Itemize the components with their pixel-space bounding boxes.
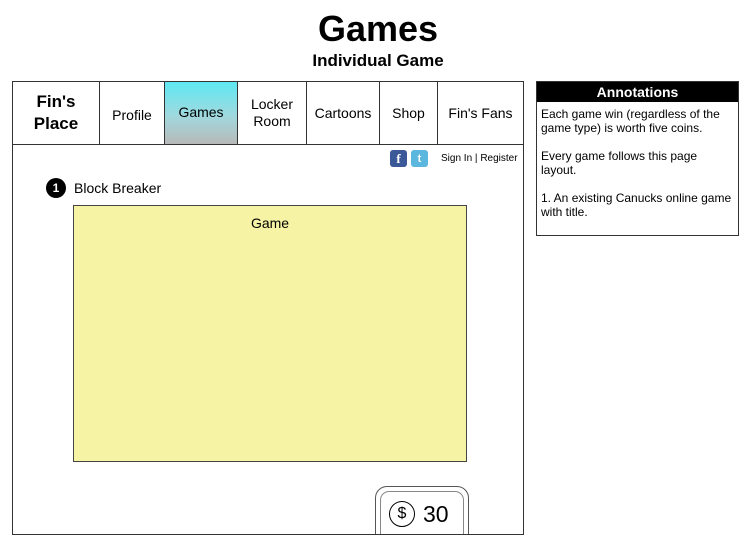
social-links: f t xyxy=(390,150,432,167)
auth-separator: | xyxy=(474,153,478,164)
nav-item-shop[interactable]: Shop xyxy=(380,82,438,144)
annotations-panel: Annotations Each game win (regardless of… xyxy=(536,81,739,236)
coin-count: 30 xyxy=(423,500,449,527)
page-title: Games xyxy=(317,8,439,49)
auth-links: Sign In | Register xyxy=(441,153,518,164)
game-title: Block Breaker xyxy=(74,180,162,196)
annotation-note: Every game follows this page layout. xyxy=(541,149,698,177)
coin-counter-inner: $ 30 xyxy=(380,491,464,534)
annotations-body: Each game win (regardless of the game ty… xyxy=(537,102,738,219)
logo-line-1: Fin's xyxy=(36,92,76,111)
nav-label-line-1: Locker xyxy=(250,96,294,112)
facebook-icon[interactable]: f xyxy=(390,150,407,167)
annotation-badge: 1 xyxy=(46,178,66,198)
annotations-header: Annotations xyxy=(537,82,738,102)
annotation-note: 1. An existing Canucks online game with … xyxy=(541,191,732,219)
twitter-icon[interactable]: t xyxy=(411,150,428,167)
logo-line-2: Place xyxy=(33,114,79,133)
nav-label-line-2: Room xyxy=(253,113,291,129)
nav-item-fins-fans[interactable]: Fin's Fans xyxy=(438,82,523,144)
annotation-note: Each game win (regardless of the game ty… xyxy=(541,107,720,135)
page-subtitle: Individual Game xyxy=(312,51,444,70)
game-area-label: Game xyxy=(250,215,290,231)
nav-item-cartoons[interactable]: Cartoons xyxy=(307,82,380,144)
site-logo[interactable]: Fin's Place xyxy=(13,82,100,144)
nav-item-games[interactable]: Games xyxy=(165,82,238,144)
main-nav: Fin's Place Profile Games Locker Room Ca… xyxy=(13,82,523,145)
game-area[interactable]: Game xyxy=(73,205,467,462)
register-link[interactable]: Register xyxy=(480,153,517,164)
sign-in-link[interactable]: Sign In xyxy=(441,153,472,164)
dollar-coin-icon: $ xyxy=(389,501,415,527)
coin-counter: $ 30 xyxy=(375,486,469,534)
nav-item-locker-room[interactable]: Locker Room xyxy=(238,82,307,144)
nav-item-profile[interactable]: Profile xyxy=(100,82,165,144)
game-heading: 1 Block Breaker xyxy=(46,178,161,198)
wireframe-frame: Fin's Place Profile Games Locker Room Ca… xyxy=(12,81,524,535)
